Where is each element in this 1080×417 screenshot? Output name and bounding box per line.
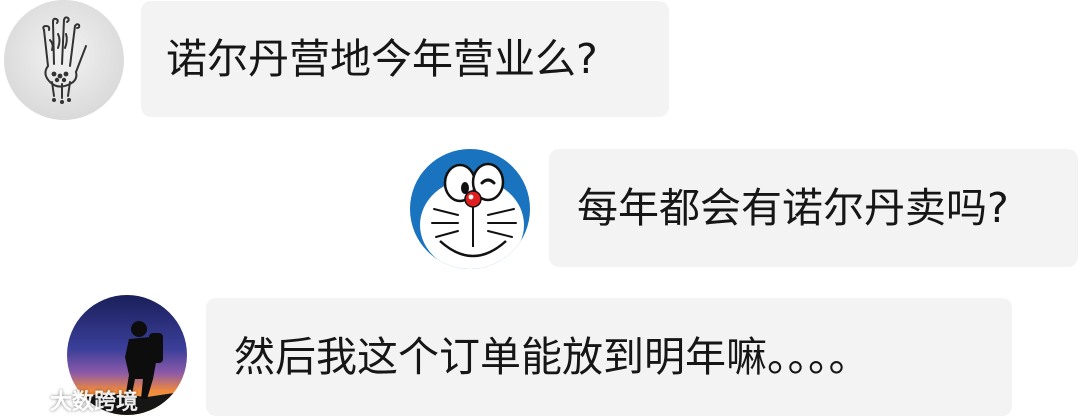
message-text: 每年都会有诺尔丹卖吗? [577,183,1009,232]
watermark: 大数跨境 [6,384,138,416]
message-bubble-3: 然后我这个订单能放到明年嘛。。。。 [206,298,1012,416]
message-text: 然后我这个订单能放到明年嘛。。。。 [234,332,870,381]
watermark-text: 大数跨境 [50,390,139,415]
watermark-logo-icon [7,391,46,409]
chat-screenshot: 诺尔丹营地今年营业么? 每年都会有诺尔丹卖吗? 然后我这个订单能放到明年嘛。。。… [0,0,1080,417]
doraemon-avatar[interactable] [410,149,530,269]
message-bubble-1: 诺尔丹营地今年营业么? [141,1,669,117]
message-text: 诺尔丹营地今年营业么? [166,34,598,83]
message-bubble-2: 每年都会有诺尔丹卖吗? [549,149,1078,267]
hand-sketch-avatar[interactable] [4,0,124,120]
